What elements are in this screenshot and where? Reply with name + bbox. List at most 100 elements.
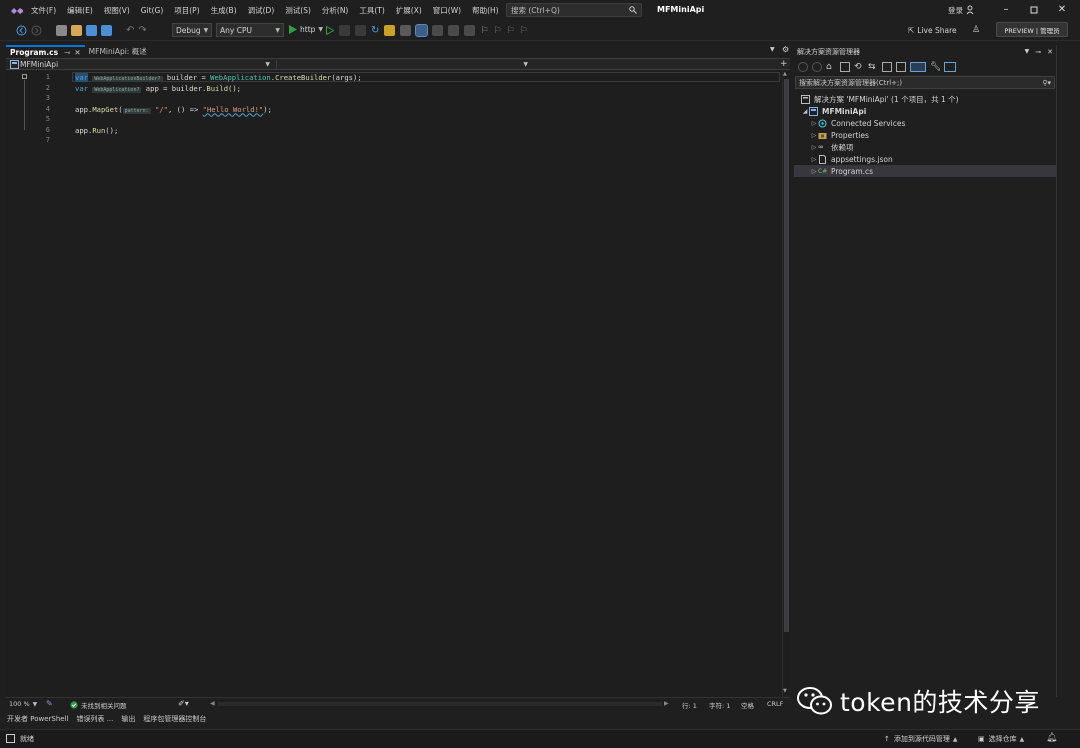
sync-icon[interactable]: ⇆: [868, 62, 878, 72]
save-icon[interactable]: [86, 25, 97, 36]
menu-test[interactable]: 测试(S): [285, 5, 311, 16]
menu-build[interactable]: 生成(B): [211, 5, 237, 16]
close-panel-icon[interactable]: ✕: [1047, 48, 1053, 56]
project-scope-combo[interactable]: MFMiniApi ▼: [20, 60, 270, 69]
char-indicator[interactable]: 字符: 1: [709, 700, 730, 710]
forward-icon[interactable]: [812, 62, 822, 72]
collapse-icon[interactable]: [22, 74, 27, 79]
config-combo[interactable]: Debug ▼: [172, 23, 212, 37]
pin-icon[interactable]: ⊸: [64, 48, 70, 57]
feedback-icon[interactable]: ♙: [972, 25, 980, 35]
close-tab-icon[interactable]: ✕: [74, 48, 80, 57]
whitespace-indicator[interactable]: 空格: [741, 700, 754, 710]
scroll-down-icon[interactable]: ▼: [783, 688, 787, 694]
line-indicator[interactable]: 行: 1: [682, 700, 697, 710]
split-editor-icon[interactable]: +: [780, 59, 788, 69]
back-icon[interactable]: [16, 25, 27, 36]
filter-icon[interactable]: [910, 62, 926, 72]
collapsed-arrow-icon[interactable]: ▷: [810, 132, 818, 139]
preview-selected-icon[interactable]: [944, 62, 956, 72]
tab-package-manager-console[interactable]: 程序包管理器控制台: [143, 714, 206, 724]
select-repository-button[interactable]: ▣ 选择仓库 ▲: [978, 734, 1024, 744]
code-editor[interactable]: 1 2 3 4 5 6 7 var WebApplicationBuilder?…: [6, 71, 790, 697]
menu-debug[interactable]: 调试(D): [248, 5, 275, 16]
menu-help[interactable]: 帮助(H): [472, 5, 499, 16]
account-icon[interactable]: [966, 5, 976, 15]
collapsed-arrow-icon[interactable]: ▷: [810, 144, 818, 151]
tree-item-connected-services[interactable]: ▷ Connected Services: [810, 117, 906, 129]
bookmark-next-icon[interactable]: ⚐: [507, 26, 515, 36]
scrollbar-thumb[interactable]: [784, 79, 789, 632]
maximize-icon[interactable]: [1027, 4, 1041, 16]
menu-project[interactable]: 项目(P): [174, 5, 199, 16]
bookmark-clear-icon[interactable]: ⚐: [520, 26, 528, 36]
tab-error-list[interactable]: 错误列表 ...: [76, 714, 113, 724]
horizontal-scrollbar[interactable]: [218, 702, 662, 706]
menu-tools[interactable]: 工具(T): [359, 5, 384, 16]
editor-settings-icon[interactable]: ⚙: [782, 45, 789, 54]
hscroll-right-icon[interactable]: ▶: [664, 700, 669, 707]
preview-badge[interactable]: PREVIEW | 管理员: [996, 22, 1068, 37]
run-button[interactable]: http ▼: [289, 25, 323, 34]
browser-link-icon[interactable]: [400, 25, 412, 36]
solution-search-input[interactable]: 搜索解决方案资源管理器(Ctrl+;) ⚲▾: [795, 76, 1055, 89]
format-icon[interactable]: [448, 25, 460, 36]
tree-item-program-cs[interactable]: ▷ C# Program.cs: [794, 165, 1056, 177]
notifications-icon[interactable]: 🔔︎: [1046, 733, 1057, 743]
code-cleanup-icon[interactable]: ✐▾: [178, 699, 189, 708]
save-all-icon[interactable]: [101, 25, 112, 36]
menu-edit[interactable]: 编辑(E): [67, 5, 93, 16]
tab-list-dropdown-icon[interactable]: ▼: [770, 46, 775, 53]
forward-icon[interactable]: [31, 25, 42, 36]
back-icon[interactable]: [798, 62, 808, 72]
scroll-up-icon[interactable]: ▲: [783, 71, 787, 77]
new-project-icon[interactable]: [56, 25, 67, 36]
tree-item-properties[interactable]: ▷ Properties: [810, 129, 869, 141]
start-without-debug-icon[interactable]: [326, 26, 334, 35]
menu-git[interactable]: Git(G): [141, 6, 164, 15]
close-window-icon[interactable]: ✕: [1055, 4, 1069, 16]
hot-reload-icon[interactable]: [339, 25, 350, 36]
history-icon[interactable]: ⟲: [854, 62, 864, 72]
expanded-arrow-icon[interactable]: ◢: [801, 108, 809, 115]
bookmark-icon[interactable]: ⚐: [480, 26, 488, 36]
tree-item-dependencies[interactable]: ▷ ∞ 依赖项: [810, 141, 854, 153]
collapse-all-icon[interactable]: [882, 62, 892, 72]
issues-indicator[interactable]: 未找到相关问题: [70, 700, 127, 710]
global-search-box[interactable]: 搜索 (Ctrl+Q): [506, 3, 642, 17]
align-icon[interactable]: [432, 25, 444, 36]
menu-view[interactable]: 视图(V): [104, 5, 130, 16]
tab-overview[interactable]: MFMiniApi: 概述: [85, 45, 151, 57]
menu-extensions[interactable]: 扩展(X): [396, 5, 422, 16]
menu-file[interactable]: 文件(F): [31, 5, 56, 16]
add-to-source-control-button[interactable]: ↑ 添加到源代码管理 ▲: [884, 734, 958, 744]
collapsed-arrow-icon[interactable]: ▷: [810, 156, 818, 163]
open-folder-icon[interactable]: [71, 25, 82, 36]
redo-icon[interactable]: ↷: [138, 25, 146, 36]
member-scope-combo[interactable]: ▼: [276, 60, 528, 69]
properties-wrench-icon[interactable]: 🔧︎: [930, 62, 941, 72]
platform-combo[interactable]: Any CPU ▼: [216, 23, 284, 37]
undo-icon[interactable]: ↶: [126, 25, 134, 36]
zoom-combo[interactable]: 100 % ▼: [9, 700, 37, 708]
pin-icon[interactable]: ⊸: [1035, 48, 1041, 56]
panel-dropdown-icon[interactable]: ▼: [1025, 48, 1030, 55]
show-all-files-icon[interactable]: [896, 62, 906, 72]
comment-icon[interactable]: [464, 25, 476, 36]
home-icon[interactable]: ⌂: [826, 62, 836, 72]
tab-output[interactable]: 输出: [121, 714, 135, 724]
tree-item-solution[interactable]: 解决方案 'MFMiniApi' (1 个项目，共 1 个): [801, 93, 959, 105]
menu-analyze[interactable]: 分析(N): [322, 5, 348, 16]
bookmark-prev-icon[interactable]: ⚐: [493, 26, 501, 36]
tree-item-appsettings[interactable]: ▷ appsettings.json: [810, 153, 893, 165]
intellicode-icon[interactable]: ✎: [46, 699, 53, 708]
restart-icon[interactable]: ↻: [371, 25, 379, 36]
eol-indicator[interactable]: CRLF: [767, 700, 783, 708]
hscroll-left-icon[interactable]: ◀: [210, 700, 215, 707]
login-link[interactable]: 登录: [948, 5, 963, 16]
tree-item-project[interactable]: ◢ MFMiniApi: [801, 105, 866, 117]
collapsed-arrow-icon[interactable]: ▷: [810, 168, 818, 175]
refresh-icon[interactable]: [355, 25, 366, 36]
switch-views-icon[interactable]: [840, 62, 850, 72]
collapsed-arrow-icon[interactable]: ▷: [810, 120, 818, 127]
